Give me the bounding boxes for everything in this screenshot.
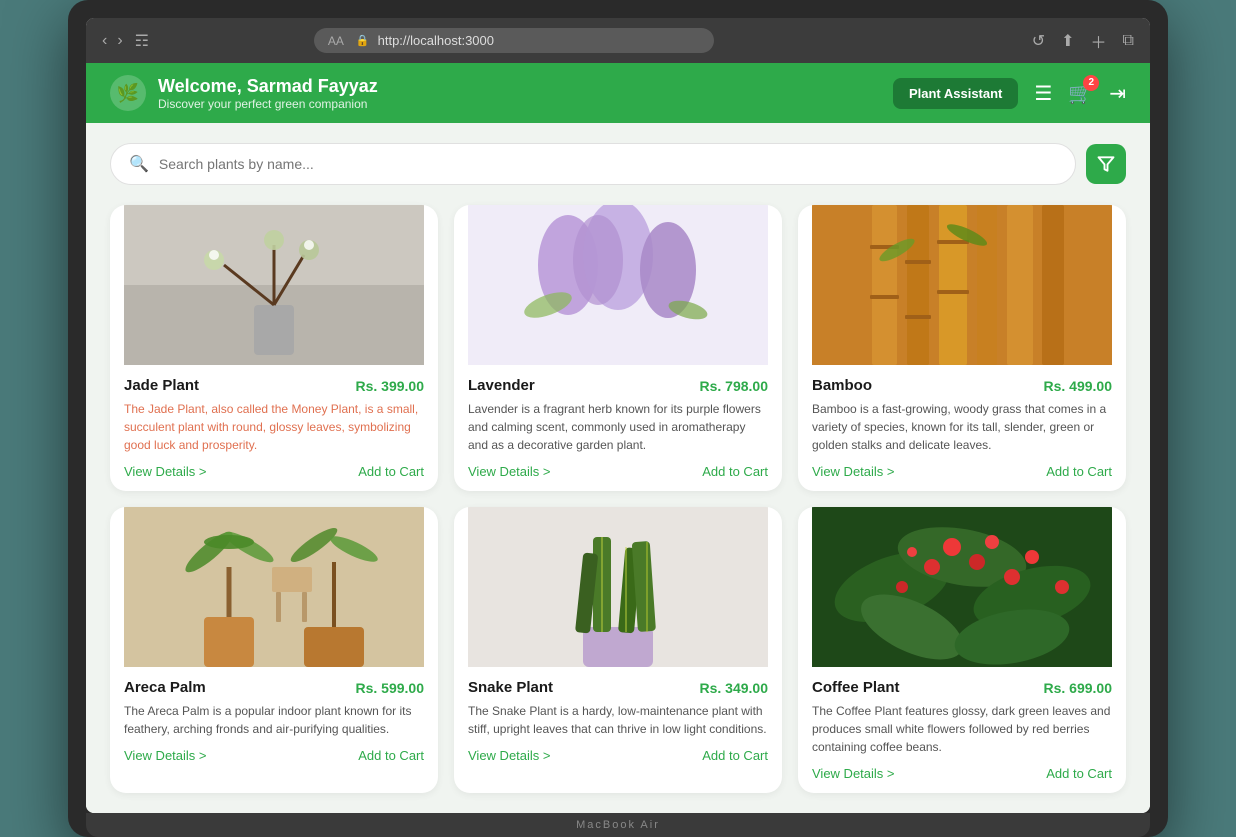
search-container: 🔍 [110,143,1076,185]
header-actions: Plant Assistant ☰ 🛒 2 ⇥ [893,78,1126,109]
plant-price-bamboo: Rs. 499.00 [1044,378,1113,394]
plant-image-jade [110,205,438,365]
refresh-button[interactable]: ↺ [1032,31,1045,51]
plant-card-header-jade: Jade Plant Rs. 399.00 [124,377,424,394]
plant-card-header-lavender: Lavender Rs. 798.00 [468,377,768,394]
url-bar[interactable]: AA 🔒 http://localhost:3000 [314,28,714,53]
header-brand: 🌿 Welcome, Sarmad Fayyaz Discover your p… [110,75,378,111]
plant-price-coffee: Rs. 699.00 [1044,680,1113,696]
aa-label: AA [328,34,344,48]
view-details-link-bamboo[interactable]: View Details > [812,464,895,479]
filter-icon [1097,155,1115,173]
plant-desc-snake: The Snake Plant is a hardy, low-maintena… [468,702,768,738]
plant-desc-jade: The Jade Plant, also called the Money Pl… [124,400,424,454]
plant-name-snake: Snake Plant [468,679,553,696]
plant-card-body-jade: Jade Plant Rs. 399.00 The Jade Plant, al… [110,365,438,491]
brand-icon: 🌿 [110,75,146,111]
plant-card-body-snake: Snake Plant Rs. 349.00 The Snake Plant i… [454,667,782,775]
plant-card-bamboo: Bamboo Rs. 499.00 Bamboo is a fast-growi… [798,205,1126,491]
plant-card-footer-bamboo: View Details > Add to Cart [812,464,1112,479]
view-details-link-lavender[interactable]: View Details > [468,464,551,479]
plant-card-body-coffee: Coffee Plant Rs. 699.00 The Coffee Plant… [798,667,1126,793]
app-header: 🌿 Welcome, Sarmad Fayyaz Discover your p… [86,63,1150,123]
add-to-cart-button-palm[interactable]: Add to Cart [358,748,424,763]
search-row: 🔍 [110,143,1126,185]
plant-desc-palm: The Areca Palm is a popular indoor plant… [124,702,424,738]
cart-button[interactable]: 🛒 2 [1068,81,1093,106]
bookmarks-button[interactable]: ☶ [135,31,149,51]
plant-card-snake: Snake Plant Rs. 349.00 The Snake Plant i… [454,507,782,793]
plant-image-bamboo [798,205,1126,365]
back-button[interactable]: ‹ [102,33,107,49]
plant-card-coffee: Coffee Plant Rs. 699.00 The Coffee Plant… [798,507,1126,793]
new-tab-button[interactable]: ＋ [1091,29,1107,53]
share-button[interactable]: ⬆ [1061,31,1074,51]
plant-card-footer-snake: View Details > Add to Cart [468,748,768,763]
plant-assistant-button[interactable]: Plant Assistant [893,78,1018,109]
add-to-cart-button-coffee[interactable]: Add to Cart [1046,766,1112,781]
plant-card-footer-coffee: View Details > Add to Cart [812,766,1112,781]
add-to-cart-button-bamboo[interactable]: Add to Cart [1046,464,1112,479]
tabs-button[interactable]: ⧉ [1123,32,1134,50]
plant-card-footer-jade: View Details > Add to Cart [124,464,424,479]
add-to-cart-button-snake[interactable]: Add to Cart [702,748,768,763]
lock-icon: 🔒 [356,34,370,47]
add-to-cart-button-jade[interactable]: Add to Cart [358,464,424,479]
plant-price-palm: Rs. 599.00 [356,680,425,696]
browser-actions: ↺ ⬆ ＋ ⧉ [1032,29,1134,53]
search-input[interactable] [159,156,1057,172]
plant-card-footer-palm: View Details > Add to Cart [124,748,424,763]
plant-name-lavender: Lavender [468,377,535,394]
brand-subtitle: Discover your perfect green companion [158,97,378,111]
search-icon: 🔍 [129,154,149,174]
plant-card-header-snake: Snake Plant Rs. 349.00 [468,679,768,696]
welcome-text: Welcome, Sarmad Fayyaz [158,76,378,97]
plant-card-jade: Jade Plant Rs. 399.00 The Jade Plant, al… [110,205,438,491]
plant-price-snake: Rs. 349.00 [700,680,769,696]
plant-desc-coffee: The Coffee Plant features glossy, dark g… [812,702,1112,756]
plant-desc-lavender: Lavender is a fragrant herb known for it… [468,400,768,454]
view-details-link-jade[interactable]: View Details > [124,464,207,479]
plant-price-jade: Rs. 399.00 [356,378,425,394]
logout-button[interactable]: ⇥ [1109,81,1126,106]
plant-name-jade: Jade Plant [124,377,199,394]
plant-desc-bamboo: Bamboo is a fast-growing, woody grass th… [812,400,1112,454]
plant-card-body-bamboo: Bamboo Rs. 499.00 Bamboo is a fast-growi… [798,365,1126,491]
plant-card-body-palm: Areca Palm Rs. 599.00 The Areca Palm is … [110,667,438,775]
plant-price-lavender: Rs. 798.00 [700,378,769,394]
view-details-link-coffee[interactable]: View Details > [812,766,895,781]
plant-name-bamboo: Bamboo [812,377,872,394]
plant-card-header-coffee: Coffee Plant Rs. 699.00 [812,679,1112,696]
browser-chrome: ‹ › ☶ AA 🔒 http://localhost:3000 ↺ ⬆ ＋ ⧉ [86,18,1150,63]
forward-button[interactable]: › [117,33,122,49]
plant-image-snake [454,507,782,667]
filter-button[interactable] [1086,144,1126,184]
menu-button[interactable]: ☰ [1034,81,1052,106]
plant-name-coffee: Coffee Plant [812,679,900,696]
url-text: http://localhost:3000 [378,33,494,48]
cart-badge: 2 [1083,75,1099,91]
view-details-link-palm[interactable]: View Details > [124,748,207,763]
plant-card-header-palm: Areca Palm Rs. 599.00 [124,679,424,696]
plant-image-lavender [454,205,782,365]
macbook-label: MacBook Air [86,813,1150,837]
plant-image-coffee [798,507,1126,667]
brand-text: Welcome, Sarmad Fayyaz Discover your per… [158,76,378,111]
plant-card-body-lavender: Lavender Rs. 798.00 Lavender is a fragra… [454,365,782,491]
add-to-cart-button-lavender[interactable]: Add to Cart [702,464,768,479]
plant-image-palm [110,507,438,667]
plant-card-palm: Areca Palm Rs. 599.00 The Areca Palm is … [110,507,438,793]
view-details-link-snake[interactable]: View Details > [468,748,551,763]
plant-card-footer-lavender: View Details > Add to Cart [468,464,768,479]
plant-card-lavender: Lavender Rs. 798.00 Lavender is a fragra… [454,205,782,491]
plant-card-header-bamboo: Bamboo Rs. 499.00 [812,377,1112,394]
plant-name-palm: Areca Palm [124,679,206,696]
plants-grid: Jade Plant Rs. 399.00 The Jade Plant, al… [110,205,1126,793]
browser-nav: ‹ › [102,33,123,49]
